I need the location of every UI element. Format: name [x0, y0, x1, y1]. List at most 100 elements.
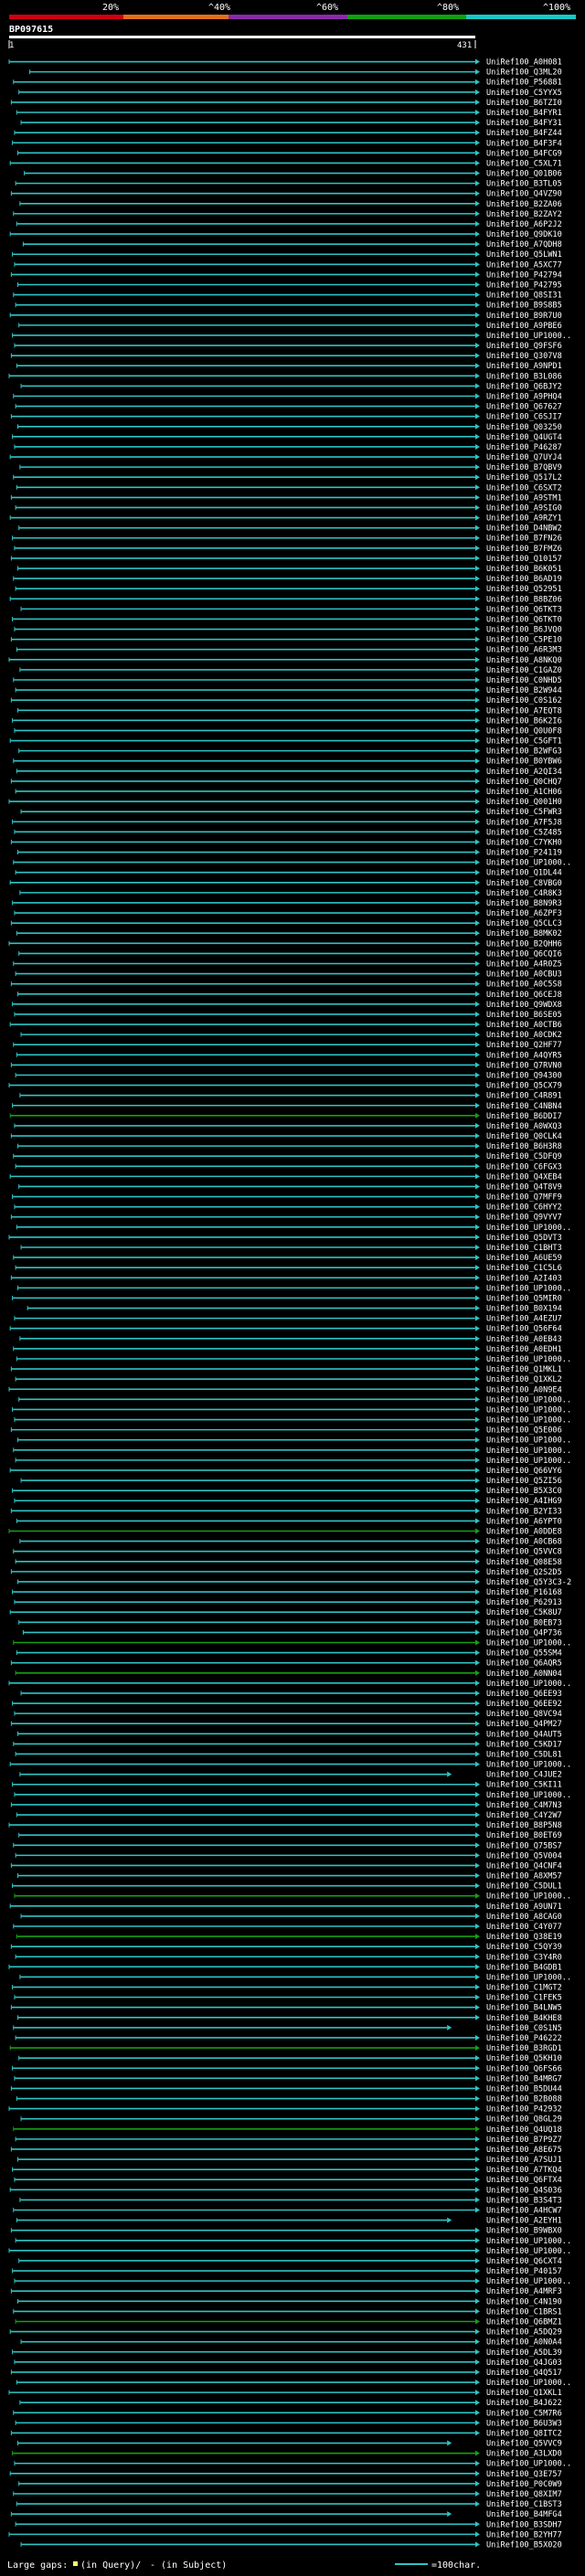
hit-label[interactable]: UniRef100_B5X3C0: [486, 1487, 562, 1496]
hit-label[interactable]: UniRef100_Q5DVT3: [486, 1234, 562, 1243]
hit-label[interactable]: UniRef100_A9STM1: [486, 493, 562, 503]
hit-label[interactable]: UniRef100_Q1DL44: [486, 869, 562, 878]
hit-label[interactable]: UniRef100_A5DQ29: [486, 2328, 562, 2337]
hit-label[interactable]: UniRef100_B7P9Z7: [486, 2136, 562, 2145]
hit-label[interactable]: UniRef100_C5PE10: [486, 636, 562, 645]
hit-label[interactable]: UniRef100_A0N0A4: [486, 2338, 562, 2348]
hit-label[interactable]: UniRef100_B0EB73: [486, 1618, 562, 1627]
hit-label[interactable]: UniRef100_Q52951: [486, 585, 562, 594]
hit-label[interactable]: UniRef100_A8E675: [486, 2146, 562, 2155]
hit-label[interactable]: UniRef100_C1MGT2: [486, 1984, 562, 1993]
hit-label[interactable]: UniRef100_A6UE59: [486, 1254, 562, 1263]
hit-label[interactable]: UniRef100_C1BST3: [486, 2500, 562, 2509]
hit-label[interactable]: UniRef100_Q3E757: [486, 2470, 562, 2479]
hit-label[interactable]: UniRef100_C6HYY2: [486, 1203, 562, 1213]
hit-label[interactable]: UniRef100_UP1000..: [486, 1224, 571, 1233]
hit-label[interactable]: UniRef100_A0C5S8: [486, 981, 562, 990]
hit-label[interactable]: UniRef100_A8CAG0: [486, 1913, 562, 1922]
hit-label[interactable]: UniRef100_UP1000..: [486, 2247, 571, 2256]
hit-label[interactable]: UniRef100_Q6EE92: [486, 1700, 562, 1709]
hit-label[interactable]: UniRef100_B0ET69: [486, 1831, 562, 1840]
hit-label[interactable]: UniRef100_Q9VYV7: [486, 1214, 562, 1223]
hit-label[interactable]: UniRef100_B6AD19: [486, 575, 562, 584]
hit-label[interactable]: UniRef100_B7QBV9: [486, 463, 562, 472]
hit-label[interactable]: UniRef100_A4MRF3: [486, 2287, 562, 2296]
hit-label[interactable]: UniRef100_B6SE05: [486, 1011, 562, 1020]
hit-label[interactable]: UniRef100_Q7UYJ4: [486, 453, 562, 462]
hit-label[interactable]: UniRef100_Q5VVC9: [486, 2440, 562, 2449]
hit-label[interactable]: UniRef100_C8VBG0: [486, 879, 562, 888]
hit-label[interactable]: UniRef100_P46222: [486, 2034, 562, 2043]
hit-label[interactable]: UniRef100_Q5KH10: [486, 2054, 562, 2063]
hit-label[interactable]: UniRef100_Q6EE93: [486, 1690, 562, 1699]
hit-label[interactable]: UniRef100_Q2HF77: [486, 1041, 562, 1050]
hit-label[interactable]: UniRef100_A4EZU7: [486, 1315, 562, 1324]
hit-label[interactable]: UniRef100_Q8XIM7: [486, 2490, 562, 2499]
hit-label[interactable]: UniRef100_Q5LWN1: [486, 250, 562, 260]
hit-label[interactable]: UniRef100_B2YI33: [486, 1507, 562, 1516]
hit-label[interactable]: UniRef100_A8NKQ0: [486, 656, 562, 665]
hit-label[interactable]: UniRef100_Q1MKL1: [486, 1365, 562, 1374]
hit-label[interactable]: UniRef100_A0CDK2: [486, 1031, 562, 1040]
hit-label[interactable]: UniRef100_A5XC77: [486, 260, 562, 270]
hit-label[interactable]: UniRef100_Q66VY6: [486, 1467, 562, 1476]
hit-label[interactable]: UniRef100_C5XL71: [486, 159, 562, 168]
hit-label[interactable]: UniRef100_Q4UGT4: [486, 433, 562, 442]
hit-label[interactable]: UniRef100_UP1000..: [486, 1973, 571, 1982]
hit-label[interactable]: UniRef100_B3L086: [486, 372, 562, 381]
hit-label[interactable]: UniRef100_Q001H0: [486, 798, 562, 807]
hit-label[interactable]: UniRef100_Q6FS66: [486, 2064, 562, 2073]
hit-label[interactable]: UniRef100_Q9DK10: [486, 230, 562, 239]
hit-label[interactable]: UniRef100_B4LNW5: [486, 2004, 562, 2013]
hit-label[interactable]: UniRef100_C0NHD5: [486, 676, 562, 685]
hit-label[interactable]: UniRef100_B4F3F4: [486, 139, 562, 148]
hit-label[interactable]: UniRef100_P40157: [486, 2267, 562, 2276]
hit-label[interactable]: UniRef100_C5GFT1: [486, 737, 562, 747]
hit-label[interactable]: UniRef100_Q38E19: [486, 1933, 562, 1942]
hit-label[interactable]: UniRef100_Q4VZ90: [486, 190, 562, 199]
hit-label[interactable]: UniRef100_Q4AUT5: [486, 1730, 562, 1739]
hit-label[interactable]: UniRef100_A8XM57: [486, 1872, 562, 1882]
hit-label[interactable]: UniRef100_Q4PM27: [486, 1720, 562, 1729]
hit-label[interactable]: UniRef100_UP1000..: [486, 332, 571, 341]
hit-label[interactable]: UniRef100_Q5VVC8: [486, 1548, 562, 1557]
hit-label[interactable]: UniRef100_B4FZ44: [486, 129, 562, 138]
hit-label[interactable]: UniRef100_A0CB68: [486, 1538, 562, 1547]
hit-label[interactable]: UniRef100_C4JUE2: [486, 1771, 562, 1780]
hit-label[interactable]: UniRef100_C7YKH0: [486, 838, 562, 847]
hit-label[interactable]: UniRef100_A0DDE8: [486, 1528, 562, 1537]
hit-label[interactable]: UniRef100_B2WFG3: [486, 747, 562, 757]
hit-label[interactable]: UniRef100_C5M7R6: [486, 2409, 562, 2418]
hit-label[interactable]: UniRef100_C5DUL1: [486, 1882, 562, 1892]
hit-label[interactable]: UniRef100_B2B088: [486, 2095, 562, 2104]
hit-label[interactable]: UniRef100_A0EB43: [486, 1335, 562, 1344]
hit-label[interactable]: UniRef100_Q10157: [486, 555, 562, 564]
hit-label[interactable]: UniRef100_UP1000..: [486, 2379, 571, 2388]
hit-label[interactable]: UniRef100_Q4JG03: [486, 2359, 562, 2368]
hit-label[interactable]: UniRef100_C5KD17: [486, 1740, 562, 1749]
hit-label[interactable]: UniRef100_UP1000..: [486, 1791, 571, 1800]
hit-label[interactable]: UniRef100_Q0CLK4: [486, 1132, 562, 1141]
hit-label[interactable]: UniRef100_C4N190: [486, 2297, 562, 2306]
hit-label[interactable]: UniRef100_A6R3M3: [486, 646, 562, 655]
hit-label[interactable]: UniRef100_B3SDH7: [486, 2520, 562, 2529]
hit-label[interactable]: UniRef100_C0S1N5: [486, 2024, 562, 2033]
hit-label[interactable]: UniRef100_Q6CXT4: [486, 2257, 562, 2266]
hit-label[interactable]: UniRef100_Q6CEJ8: [486, 991, 562, 1000]
hit-label[interactable]: UniRef100_B5X020: [486, 2540, 562, 2549]
hit-label[interactable]: UniRef100_C6FGX3: [486, 1162, 562, 1171]
hit-label[interactable]: UniRef100_A5DL39: [486, 2348, 562, 2358]
hit-label[interactable]: UniRef100_Q56F64: [486, 1325, 562, 1334]
hit-label[interactable]: UniRef100_A0CBU3: [486, 970, 562, 980]
hit-label[interactable]: UniRef100_Q6TKT3: [486, 605, 562, 614]
hit-label[interactable]: UniRef100_Q0CHQ7: [486, 778, 562, 787]
hit-label[interactable]: UniRef100_A6YPT0: [486, 1517, 562, 1526]
hit-label[interactable]: UniRef100_A0NN04: [486, 1670, 562, 1679]
hit-label[interactable]: UniRef100_B4GDB1: [486, 1963, 562, 1972]
hit-label[interactable]: UniRef100_A7TKQ4: [486, 2166, 562, 2175]
hit-label[interactable]: UniRef100_UP1000..: [486, 2460, 571, 2469]
hit-label[interactable]: UniRef100_B8BZ06: [486, 595, 562, 604]
hit-label[interactable]: UniRef100_B4FCG9: [486, 149, 562, 158]
hit-label[interactable]: UniRef100_B0YBW6: [486, 758, 562, 767]
hit-label[interactable]: UniRef100_P0C0W9: [486, 2480, 562, 2489]
